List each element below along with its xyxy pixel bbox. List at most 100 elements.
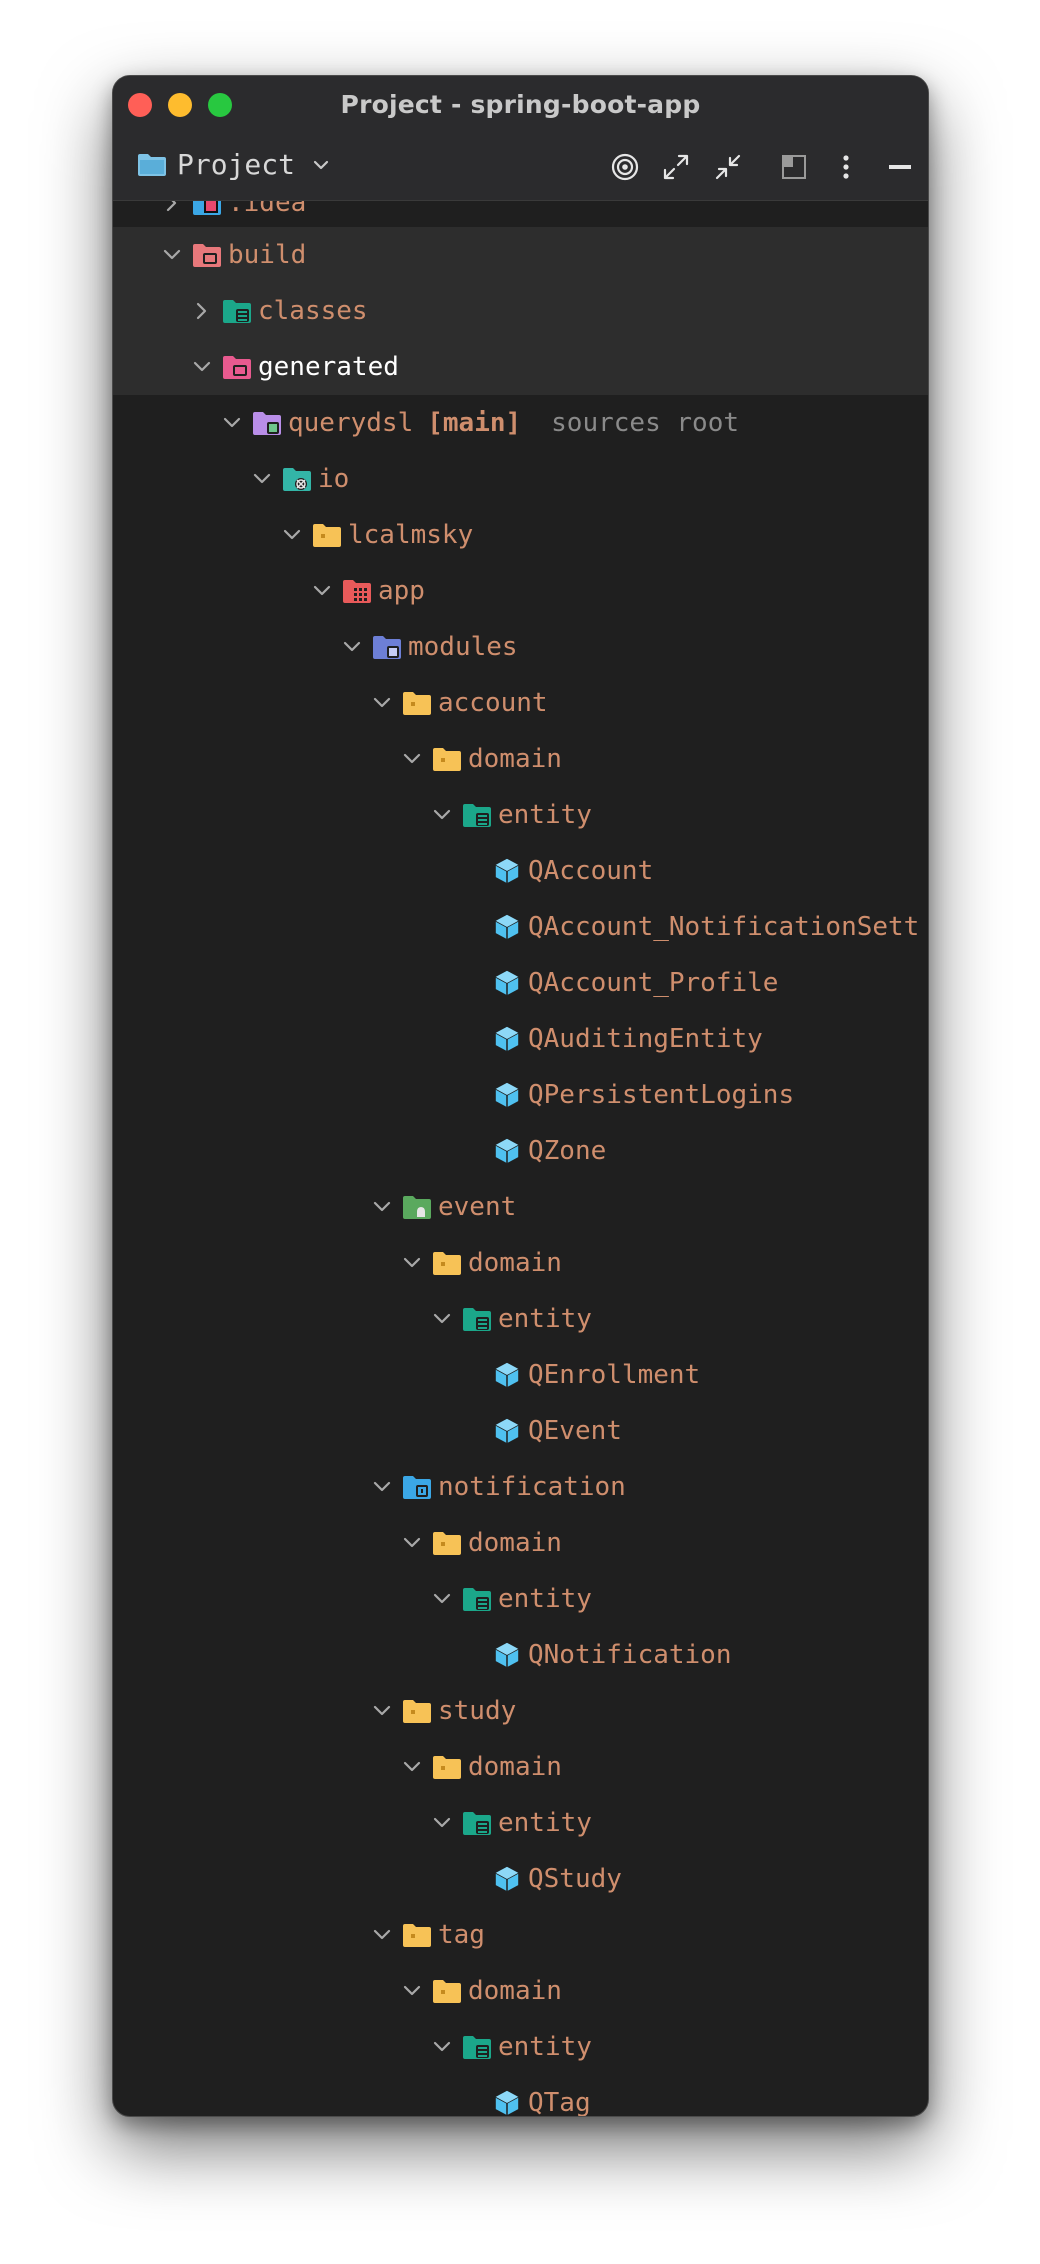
tree-row-classes[interactable]: classes <box>113 283 928 339</box>
class-icon <box>492 913 522 941</box>
folder-icon <box>402 1697 432 1725</box>
chevron-down-icon <box>222 413 242 433</box>
tree-row-domain[interactable]: domain <box>113 1515 928 1571</box>
tree-label: QAccount_Profile <box>528 968 779 998</box>
tree-row-class[interactable]: QZone <box>113 1123 928 1179</box>
tree-row-entity[interactable]: entity <box>113 1291 928 1347</box>
class-icon <box>492 1081 522 1109</box>
tree-row-entity[interactable]: entity <box>113 787 928 843</box>
target-icon[interactable] <box>610 152 640 182</box>
folder-icon <box>432 1529 462 1557</box>
tree-label: QAccount <box>528 856 654 886</box>
class-icon <box>492 2089 522 2116</box>
tree-row-class[interactable]: QEvent <box>113 1403 928 1459</box>
tree-row-study[interactable]: study <box>113 1683 928 1739</box>
querydsl-name: querydsl <box>288 408 414 438</box>
class-icon <box>492 1865 522 1893</box>
tree-label: domain <box>468 1976 562 2006</box>
expand-icon[interactable] <box>661 152 691 182</box>
project-folder-icon <box>138 153 166 176</box>
layout-icon[interactable] <box>779 152 809 182</box>
package-folder-icon <box>282 465 312 493</box>
chevron-down-icon <box>372 1477 392 1497</box>
tree-row-class[interactable]: QTag <box>113 2075 928 2116</box>
window-title: Project - spring-boot-app <box>340 90 701 119</box>
tree-label: QStudy <box>528 1864 622 1894</box>
tree-row-querydsl[interactable]: querydsl [main] sources root <box>113 395 928 451</box>
tree-label: tag <box>438 1920 485 1950</box>
tree-row-entity[interactable]: entity <box>113 2019 928 2075</box>
tree-label: QEvent <box>528 1416 622 1446</box>
chevron-down-icon <box>402 1981 422 2001</box>
chevron-down-icon <box>162 245 182 265</box>
tree-row-class[interactable]: QPersistentLogins <box>113 1067 928 1123</box>
tree-label: QTag <box>528 2088 591 2116</box>
tree-row-build[interactable]: build <box>113 227 928 283</box>
folder-icon <box>402 1921 432 1949</box>
tree-row-io[interactable]: io <box>113 451 928 507</box>
generated-folder-icon <box>222 353 252 381</box>
class-icon <box>492 1417 522 1445</box>
tree-row-event[interactable]: event <box>113 1179 928 1235</box>
tree-row-class[interactable]: QEnrollment <box>113 1347 928 1403</box>
view-selector[interactable]: Project <box>137 148 331 181</box>
tree-label: modules <box>408 632 518 662</box>
chevron-down-icon <box>402 1253 422 1273</box>
tree-row-lcalmsky[interactable]: lcalmsky <box>113 507 928 563</box>
title-bar: Project - spring-boot-app <box>113 76 928 132</box>
tree-row-generated[interactable]: generated <box>113 339 928 395</box>
tree-row-class[interactable]: QStudy <box>113 1851 928 1907</box>
chevron-right-icon <box>162 201 182 213</box>
chevron-down-icon <box>402 749 422 769</box>
folder-icon <box>432 1977 462 2005</box>
minimize-icon[interactable] <box>885 152 915 182</box>
tree-label: notification <box>438 1472 626 1502</box>
tree-row-domain[interactable]: domain <box>113 1963 928 2019</box>
tree-row-account[interactable]: account <box>113 675 928 731</box>
tree-label: classes <box>258 296 368 326</box>
entity-folder-icon <box>462 1809 492 1837</box>
tree-row-entity[interactable]: entity <box>113 1795 928 1851</box>
source-set-tag: [main] <box>427 408 522 438</box>
collapse-icon[interactable] <box>713 152 743 182</box>
tree-label: account <box>438 688 548 718</box>
project-tree: .idea build classes generated querydsl [m… <box>113 201 928 2116</box>
tree-row-class[interactable]: QAccount_Profile <box>113 955 928 1011</box>
folder-icon <box>402 689 432 717</box>
tree-row-entity[interactable]: entity <box>113 1571 928 1627</box>
chevron-right-icon <box>192 301 212 321</box>
tree-row-notification[interactable]: notification <box>113 1459 928 1515</box>
chevron-down-icon <box>432 1813 452 1833</box>
class-icon <box>492 969 522 997</box>
chevron-down-icon <box>432 1309 452 1329</box>
tree-label: domain <box>468 1752 562 1782</box>
tree-label: QPersistentLogins <box>528 1080 795 1110</box>
tree-row-tag[interactable]: tag <box>113 1907 928 1963</box>
tree-label: entity <box>498 800 592 830</box>
tree-row-class[interactable]: QAccount <box>113 843 928 899</box>
tree-row-modules[interactable]: modules <box>113 619 928 675</box>
tree-label: entity <box>498 2032 592 2062</box>
tree-row-class[interactable]: QAuditingEntity <box>113 1011 928 1067</box>
tree-row-domain[interactable]: domain <box>113 1235 928 1291</box>
tree-label: generated <box>258 352 399 382</box>
event-folder-icon <box>402 1193 432 1221</box>
entity-folder-icon <box>462 1585 492 1613</box>
tree-label: QEnrollment <box>528 1360 701 1390</box>
tree-label: entity <box>498 1808 592 1838</box>
tree-label: .idea <box>228 201 307 218</box>
tree-row-domain[interactable]: domain <box>113 731 928 787</box>
tree-label: querydsl [main] sources root <box>288 406 739 440</box>
chevron-down-icon <box>192 357 212 377</box>
entity-folder-icon <box>462 1305 492 1333</box>
class-icon <box>492 1641 522 1669</box>
tree-row-app[interactable]: app <box>113 563 928 619</box>
chevron-down-icon <box>402 1533 422 1553</box>
tree-row-domain[interactable]: domain <box>113 1739 928 1795</box>
more-icon[interactable] <box>831 152 861 182</box>
tree-row-class[interactable]: QAccount_NotificationSett <box>113 899 928 955</box>
folder-icon <box>432 1249 462 1277</box>
tree-row-class[interactable]: QNotification <box>113 1627 928 1683</box>
notification-folder-icon <box>402 1473 432 1501</box>
entity-folder-icon <box>462 801 492 829</box>
